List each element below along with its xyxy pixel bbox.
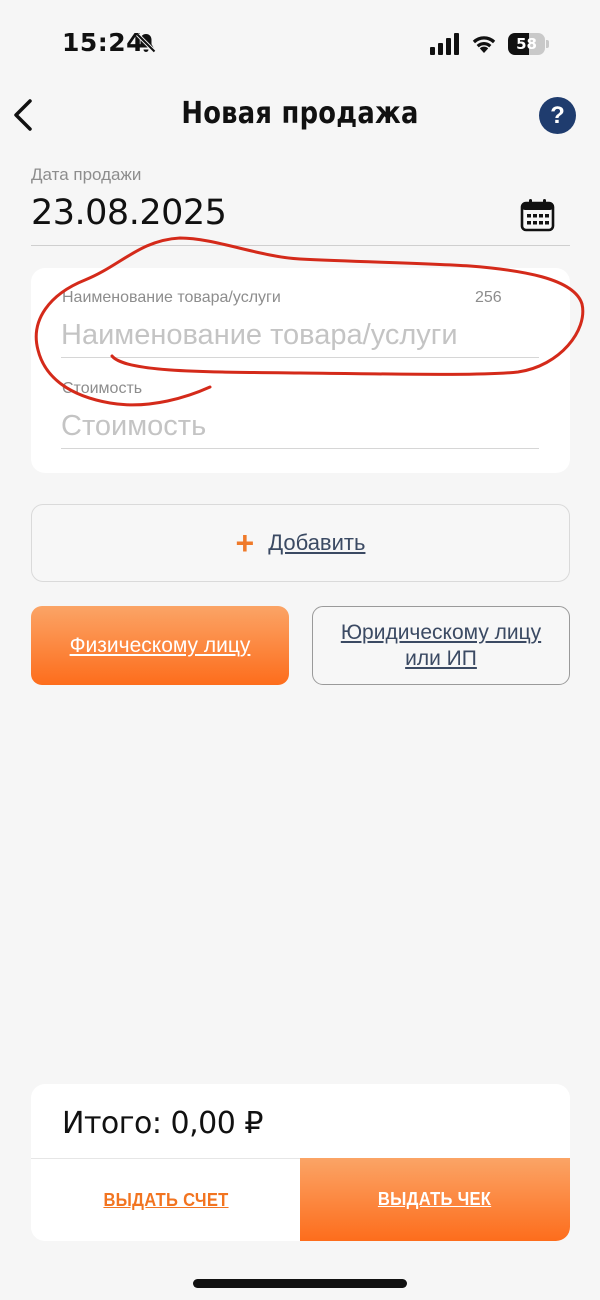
item-name-input[interactable] (61, 314, 539, 358)
home-indicator[interactable] (193, 1279, 407, 1288)
calendar-icon[interactable] (520, 198, 555, 232)
total-panel: Итого: 0,00 ₽ ВЫДАТЬ СЧЕТ ВЫДАТЬ ЧЕК (31, 1084, 570, 1241)
status-time: 15:24 (62, 28, 145, 57)
wifi-icon (472, 36, 496, 53)
add-item-button[interactable]: + Добавить (31, 504, 570, 582)
individual-customer-label: Физическому лицу (69, 633, 251, 657)
back-arrow-icon[interactable] (12, 98, 36, 132)
price-label: Стоимость (62, 380, 143, 397)
date-underline (31, 245, 570, 246)
price-input[interactable] (61, 405, 539, 449)
plus-icon: + (235, 525, 255, 561)
battery-level: 58 (516, 35, 537, 53)
legal-entity-label: Юридическому лицу или ИП (340, 620, 542, 670)
page-title: Новая продажа (181, 96, 419, 131)
battery-icon: 58 (508, 33, 549, 55)
individual-customer-button[interactable]: Физическому лицу (31, 606, 289, 685)
status-bar: 15:24 58 (0, 0, 600, 90)
cellular-signal-icon (430, 33, 459, 55)
issue-receipt-button[interactable]: ВЫДАТЬ ЧЕК (300, 1158, 570, 1241)
add-item-label: Добавить (268, 530, 366, 555)
sale-date-value[interactable]: 23.08.2025 (31, 193, 227, 233)
sale-date-label: Дата продажи (31, 165, 142, 184)
help-button[interactable]: ? (539, 97, 576, 134)
legal-entity-button[interactable]: Юридическому лицу или ИП (312, 606, 570, 685)
total-amount: Итого: 0,00 ₽ (62, 1106, 263, 1141)
issue-invoice-label: ВЫДАТЬ СЧЕТ (102, 1189, 229, 1210)
item-name-label: Наименование товара/услуги (62, 289, 281, 306)
issue-invoice-button[interactable]: ВЫДАТЬ СЧЕТ (31, 1158, 300, 1241)
item-card: Наименование товара/услуги 256 Стоимость (31, 268, 570, 473)
bell-muted-icon (136, 33, 156, 53)
item-name-char-counter: 256 (475, 289, 502, 306)
issue-receipt-label: ВЫДАТЬ ЧЕК (378, 1189, 492, 1209)
